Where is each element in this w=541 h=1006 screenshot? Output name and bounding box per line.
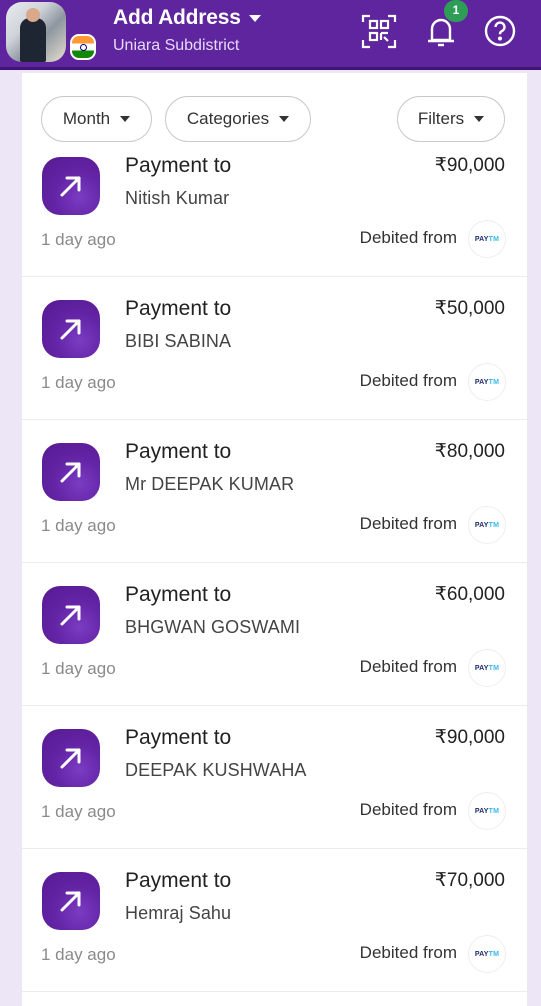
qr-scan-icon [361, 14, 397, 49]
debited-from-label: Debited from [359, 943, 457, 962]
help-icon [484, 15, 516, 47]
categories-filter-chip[interactable]: Categories [165, 96, 311, 142]
paytm-source-icon: PAY TM [468, 363, 506, 401]
help-button[interactable] [483, 12, 521, 50]
address-selector[interactable]: Add Address [113, 6, 261, 30]
paytm-logo-pay: PAY [474, 521, 489, 529]
transaction-amount: ₹50,000 [434, 298, 505, 319]
caret-down-icon [248, 14, 261, 22]
transaction-amount: ₹90,000 [434, 727, 505, 748]
app-header: Add Address Uniara Subdistrict 1 [0, 0, 541, 70]
india-flag-icon [70, 34, 96, 60]
notification-badge: 1 [444, 0, 468, 22]
paytm-source-icon: PAY TM [468, 792, 506, 830]
transaction-type: Payment to [125, 440, 232, 463]
transaction-type: Payment to [125, 726, 232, 749]
qr-scan-button[interactable] [360, 12, 398, 50]
caret-down-icon [120, 116, 131, 122]
transaction-time: 1 day ago [41, 516, 116, 535]
paytm-logo-pay: PAY [474, 378, 489, 386]
debited-from-label: Debited from [359, 228, 457, 247]
payment-sent-icon-tile [42, 443, 100, 501]
transaction-row[interactable]: Payment to Hemraj Sahu ₹70,000 1 day ago… [22, 849, 527, 992]
debited-from-label: Debited from [359, 371, 457, 390]
transaction-type: Payment to [125, 297, 232, 320]
paytm-logo-pay: PAY [474, 664, 489, 672]
filters-chip[interactable]: Filters [397, 96, 505, 142]
arrow-up-right-icon [60, 462, 81, 483]
payee-name: Nitish Kumar [125, 188, 230, 208]
payment-sent-icon-tile [42, 157, 100, 215]
paytm-source-icon: PAY TM [468, 506, 506, 544]
transaction-type: Payment to [125, 154, 232, 177]
transaction-amount: ₹90,000 [434, 155, 505, 176]
transaction-time: 1 day ago [41, 945, 116, 964]
profile-avatar[interactable] [6, 2, 66, 62]
transaction-time: 1 day ago [41, 373, 116, 392]
transaction-row[interactable]: Payment to BHGWAN GOSWAMI ₹60,000 1 day … [22, 563, 527, 706]
caret-down-icon [279, 116, 290, 122]
payment-sent-icon-tile [42, 300, 100, 358]
debited-from-label: Debited from [359, 657, 457, 676]
paytm-logo-pay: PAY [474, 950, 489, 958]
arrow-up-right-icon [60, 891, 81, 912]
payee-name: Mr DEEPAK KUMAR [125, 474, 295, 494]
arrow-up-right-icon [60, 319, 81, 340]
categories-filter-label: Categories [186, 109, 270, 128]
paytm-logo-tm: TM [488, 664, 500, 672]
transaction-row[interactable]: Payment to DEEPAK KUSHWAHA ₹90,000 1 day… [22, 706, 527, 849]
paytm-logo-pay: PAY [474, 235, 489, 243]
transaction-type: Payment to [125, 583, 232, 606]
transaction-history-panel: Month Categories Filters Payment to Niti… [22, 73, 527, 1006]
avatar-head-shape [26, 8, 40, 22]
month-filter-label: Month [62, 109, 111, 128]
avatar-person-shape [20, 18, 46, 62]
transaction-type: Payment to [125, 869, 232, 892]
address-title: Add Address [113, 6, 241, 29]
debited-from-label: Debited from [359, 800, 457, 819]
payment-sent-icon-tile [42, 586, 100, 644]
filter-bar: Month Categories Filters [41, 96, 511, 142]
paytm-logo-tm: TM [488, 235, 500, 243]
transaction-amount: ₹80,000 [434, 441, 505, 462]
paytm-source-icon: PAY TM [468, 935, 506, 973]
caret-down-icon [474, 116, 485, 122]
location-subtitle: Uniara Subdistrict [113, 37, 240, 54]
transaction-time: 1 day ago [41, 659, 116, 678]
payee-name: BIBI SABINA [125, 331, 232, 351]
transaction-row[interactable]: Payment to Mr DEEPAK KUMAR ₹80,000 1 day… [22, 420, 527, 563]
paytm-source-icon: PAY TM [468, 649, 506, 687]
arrow-up-right-icon [60, 176, 81, 197]
transaction-row[interactable]: Payment to BIBI SABINA ₹50,000 1 day ago… [22, 277, 527, 420]
transaction-amount: ₹60,000 [434, 584, 505, 605]
paytm-logo-tm: TM [488, 807, 500, 815]
filters-label: Filters [417, 109, 465, 128]
arrow-up-right-icon [60, 605, 81, 626]
ashoka-chakra [80, 44, 87, 51]
payee-name: DEEPAK KUSHWAHA [125, 760, 307, 780]
paytm-logo-tm: TM [488, 521, 500, 529]
payee-name: Hemraj Sahu [125, 903, 232, 923]
payee-name: BHGWAN GOSWAMI [125, 617, 301, 637]
payment-sent-icon-tile [42, 872, 100, 930]
paytm-logo-pay: PAY [474, 807, 489, 815]
payment-sent-icon-tile [42, 729, 100, 787]
month-filter-chip[interactable]: Month [41, 96, 152, 142]
transaction-amount: ₹70,000 [434, 870, 505, 891]
transaction-time: 1 day ago [41, 230, 116, 249]
transaction-time: 1 day ago [41, 802, 116, 821]
paytm-logo-tm: TM [488, 378, 500, 386]
paytm-source-icon: PAY TM [468, 220, 506, 258]
arrow-up-right-icon [60, 748, 81, 769]
paytm-logo-tm: TM [488, 950, 500, 958]
transaction-row[interactable]: Payment to Nitish Kumar ₹90,000 1 day ag… [22, 146, 527, 277]
debited-from-label: Debited from [359, 514, 457, 533]
